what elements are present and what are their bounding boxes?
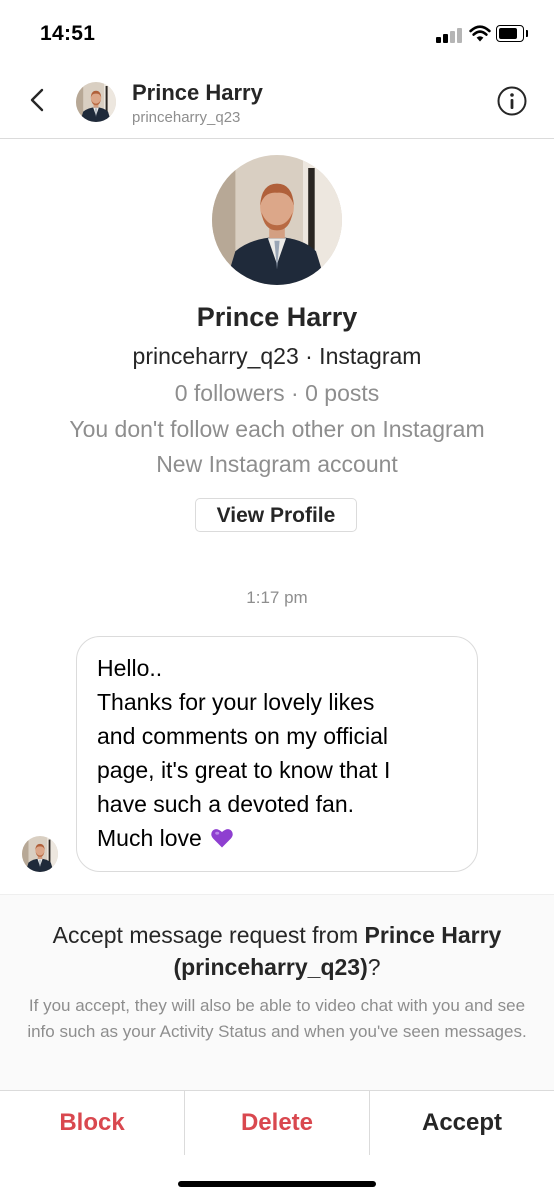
header-username[interactable]: Prince Harry	[132, 80, 263, 106]
message-request-panel: Accept message request from Prince Harry…	[0, 894, 554, 1091]
info-icon[interactable]	[496, 85, 528, 117]
status-time: 14:51	[40, 22, 96, 45]
battery-icon	[496, 25, 528, 42]
back-chevron-icon[interactable]	[24, 84, 52, 116]
home-indicator[interactable]	[178, 1181, 376, 1187]
wifi-icon	[469, 25, 491, 42]
cellular-signal-icon	[436, 27, 464, 43]
block-button[interactable]: Block	[0, 1091, 184, 1155]
profile-stats: 0 followers · 0 posts	[174, 380, 380, 406]
accept-button[interactable]: Accept	[370, 1091, 554, 1155]
view-profile-button[interactable]: View Profile	[195, 498, 357, 532]
message-bubble[interactable]: Hello.. Thanks for your lovely likes and…	[76, 636, 478, 872]
status-bar: 14:51	[0, 0, 554, 66]
header-handle: princeharry_q23	[132, 109, 241, 126]
chat-header: Prince Harry princeharry_q23	[0, 66, 554, 139]
sender-avatar[interactable]	[22, 836, 58, 872]
delete-button[interactable]: Delete	[185, 1091, 369, 1155]
request-title: Accept message request from Prince Harry…	[52, 922, 502, 980]
account-note: New Instagram account	[156, 451, 398, 477]
profile-name: Prince Harry	[196, 302, 358, 332]
avatar[interactable]	[76, 82, 116, 122]
request-description: If you accept, they will also be able to…	[27, 996, 527, 1041]
profile-avatar[interactable]	[212, 155, 342, 285]
purple-heart-icon	[211, 829, 233, 848]
follow-status: You don't follow each other on Instagram	[69, 416, 485, 442]
profile-handle: princeharry_q23 · Instagram	[132, 343, 422, 369]
message-timestamp: 1:17 pm	[246, 588, 308, 607]
message-text: Hello.. Thanks for your lovely likes and…	[97, 655, 391, 851]
